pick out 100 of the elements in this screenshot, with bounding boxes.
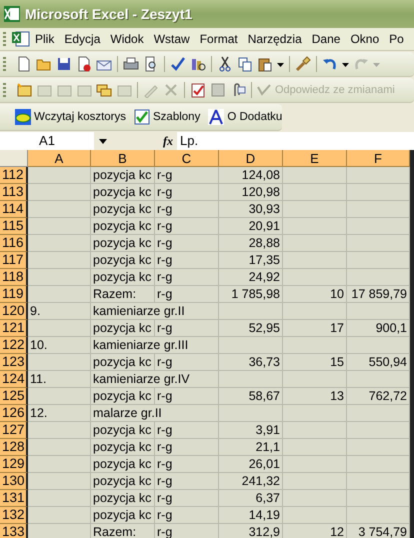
menu-item[interactable]: Wstaw	[148, 32, 195, 46]
table-cell: 21,1	[219, 439, 283, 456]
table-cell: kamieniarze gr.III	[91, 337, 219, 354]
checklist-icon	[134, 109, 150, 125]
printer-icon[interactable]	[123, 56, 139, 72]
row-header[interactable]: 120	[0, 303, 28, 320]
table-cell: 17,35	[219, 252, 283, 269]
row-header[interactable]: 128	[0, 439, 28, 456]
toolbar-button[interactable]: O Dodatku	[206, 109, 284, 125]
row-header[interactable]: 118	[0, 269, 28, 286]
column-header[interactable]: B	[91, 150, 155, 167]
empty-cell	[283, 252, 347, 269]
row-header[interactable]: 116	[0, 235, 28, 252]
row-header[interactable]: 127	[0, 422, 28, 439]
name-box[interactable]: A1	[0, 132, 94, 150]
formula-field[interactable]: Lp.	[177, 132, 414, 150]
table-cell: 15	[283, 354, 347, 371]
row-header[interactable]: 112	[0, 167, 28, 184]
document-icon[interactable]	[76, 56, 92, 72]
empty-cell	[219, 371, 283, 388]
brush-icon[interactable]	[295, 56, 311, 72]
check-icon	[257, 84, 273, 96]
empty-cell	[283, 167, 347, 184]
caret-icon[interactable]	[99, 138, 107, 144]
toolbar-button[interactable]: Wczytaj kosztorys	[13, 109, 128, 125]
paste-icon[interactable]	[257, 56, 273, 72]
column-header[interactable]: C	[155, 150, 219, 167]
table-cell: r-g	[155, 439, 219, 456]
column-header[interactable]: E	[283, 150, 347, 167]
copy-icon[interactable]	[237, 56, 253, 72]
note-icon[interactable]	[16, 82, 32, 98]
row-header[interactable]: 131	[0, 490, 28, 507]
table-cell: pozycja kc	[91, 388, 155, 405]
undo-icon[interactable]	[322, 56, 338, 72]
table-cell: 10.	[28, 337, 91, 354]
table-cell: 124,08	[219, 167, 283, 184]
table-cell: r-g	[155, 422, 219, 439]
empty-cell	[283, 184, 347, 201]
table-cell: 26,01	[219, 456, 283, 473]
row-header[interactable]: 130	[0, 473, 28, 490]
column-header[interactable]: F	[347, 150, 410, 167]
column-header[interactable]: D	[219, 150, 283, 167]
table-cell: 9.	[28, 303, 91, 320]
new-document-icon[interactable]	[16, 56, 32, 72]
menu-item[interactable]: Plik	[30, 32, 60, 46]
empty-cell	[283, 422, 347, 439]
row-header[interactable]: 121	[0, 320, 28, 337]
row-header[interactable]: 115	[0, 218, 28, 235]
function-label[interactable]: fx	[163, 134, 173, 148]
table-cell: pozycja kc	[91, 354, 155, 371]
table-cell: kamieniarze gr.II	[91, 303, 219, 320]
menu-item[interactable]: Format	[194, 32, 243, 46]
menu-item[interactable]: Edycja	[59, 32, 106, 46]
toolbar-button[interactable]: Szablony	[132, 109, 202, 125]
row-header[interactable]: 126	[0, 405, 28, 422]
table-cell: pozycja kc	[91, 507, 155, 524]
table-cell: 312,9	[219, 524, 283, 538]
table-cell: r-g	[155, 184, 219, 201]
row-header[interactable]: 133	[0, 524, 28, 538]
spelling-icon[interactable]	[170, 56, 186, 72]
table-cell: pozycja kc	[91, 167, 155, 184]
spreadsheet-icon[interactable]	[12, 31, 30, 47]
cut-icon[interactable]	[217, 56, 233, 72]
row-header[interactable]: 113	[0, 184, 28, 201]
row-header[interactable]: 132	[0, 507, 28, 524]
row-header[interactable]: 129	[0, 456, 28, 473]
menu-item[interactable]: Widok	[105, 32, 149, 46]
save-icon[interactable]	[56, 56, 72, 72]
row-header[interactable]: 114	[0, 201, 28, 218]
table-cell: pozycja kc	[91, 473, 155, 490]
table-cell: r-g	[155, 252, 219, 269]
row-header[interactable]: 119	[0, 286, 28, 303]
menu-item[interactable]: Okno	[345, 32, 384, 46]
empty-cell	[283, 235, 347, 252]
row-header[interactable]: 124	[0, 371, 28, 388]
notes-icon[interactable]	[96, 82, 112, 98]
table-cell: r-g	[155, 490, 219, 507]
row-header[interactable]: 125	[0, 388, 28, 405]
table-cell: 6,37	[219, 490, 283, 507]
globe-icon	[15, 109, 31, 125]
row-header[interactable]: 117	[0, 252, 28, 269]
select-all-corner[interactable]	[0, 150, 28, 167]
row-header[interactable]: 122	[0, 337, 28, 354]
menu-item[interactable]: Dane	[306, 32, 346, 46]
empty-cell	[283, 371, 347, 388]
table-cell: 13	[283, 388, 347, 405]
window-title: Microsoft Excel - Zeszyt1	[25, 6, 192, 22]
table-cell: pozycja kc	[91, 269, 155, 286]
column-header[interactable]: A	[28, 150, 91, 167]
empty-cell	[283, 405, 347, 422]
table-cell: pozycja kc	[91, 218, 155, 235]
menu-item[interactable]: Po	[384, 32, 409, 46]
table-cell: 241,32	[219, 473, 283, 490]
empty-cell	[283, 337, 347, 354]
table-cell: 14,19	[219, 507, 283, 524]
menu-item[interactable]: Narzędzia	[242, 32, 307, 46]
row-header[interactable]: 123	[0, 354, 28, 371]
table-cell: 30,93	[219, 201, 283, 218]
table-cell: 12.	[28, 405, 91, 422]
table-cell: pozycja kc	[91, 456, 155, 473]
